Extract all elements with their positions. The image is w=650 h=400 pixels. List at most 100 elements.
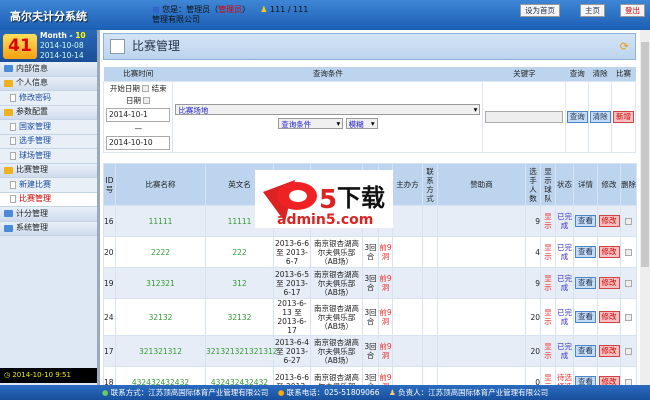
logout-button[interactable]: 登出 <box>620 4 645 17</box>
view-button[interactable]: 查看 <box>575 345 596 357</box>
english-name: 32132 <box>205 298 274 336</box>
sidebar: 41 Month - 10 2014-10-08 2014-10-14 内部信息… <box>0 30 100 385</box>
delete-checkbox[interactable] <box>625 218 632 225</box>
user-label: 您是：管理员（ <box>162 5 219 14</box>
sidebar-item[interactable]: 计分管理 <box>0 207 97 222</box>
player-count: 20 <box>525 335 541 367</box>
start-date-checkbox[interactable] <box>142 85 150 92</box>
column-header: 选手人数 <box>525 163 541 206</box>
add-button[interactable]: 新增 <box>613 110 635 123</box>
start-date-input[interactable]: 2014-10-1 <box>106 107 171 122</box>
folder-icon <box>4 79 13 87</box>
match-date: 2013-6-4 至 2013-6-27 <box>273 335 311 367</box>
sidebar-item[interactable]: 新建比赛 <box>0 178 97 193</box>
mode-select[interactable]: 模糊 <box>345 118 378 129</box>
sidebar-item[interactable]: 比赛管理 <box>0 192 97 207</box>
delete-checkbox[interactable] <box>625 348 632 355</box>
sidebar-item[interactable]: 系统管理 <box>0 221 97 236</box>
sidebar-item-label: 参数配置 <box>16 107 48 117</box>
sidebar-item[interactable]: 选手管理 <box>0 134 97 149</box>
week-start: 2014-10-08 <box>40 41 84 50</box>
show-team: 显示 <box>540 236 556 268</box>
column-header: 赞助商 <box>437 163 526 206</box>
column-header: 主办方 <box>392 163 423 206</box>
delete-checkbox[interactable] <box>625 314 632 321</box>
clock-icon: ◷ <box>4 371 11 379</box>
rounds: 3回合 <box>362 335 379 367</box>
search-button[interactable]: 查询 <box>566 110 588 123</box>
column-header: ID号 <box>103 163 116 206</box>
view-button[interactable]: 查看 <box>575 277 596 289</box>
sidebar-item[interactable]: 国家管理 <box>0 120 97 135</box>
table-row: 24 32132 32132 2013-6-13 至 2013-6-17 南京银杏湖高尔… <box>103 298 637 336</box>
status: 已完成 <box>555 205 574 237</box>
sidebar-item[interactable]: 内部信息 <box>0 62 97 77</box>
end-date-input[interactable]: 2014-10-10 <box>106 135 171 150</box>
keyword-input[interactable] <box>485 110 564 123</box>
sidebar-item[interactable]: 个人信息 <box>0 76 97 91</box>
show-team: 显示 <box>540 267 556 299</box>
english-name: 321321321321312 <box>205 335 278 367</box>
condition-select[interactable]: 查询条件 <box>278 118 344 129</box>
delete-checkbox[interactable] <box>625 280 632 287</box>
globe-icon: ● <box>101 388 109 397</box>
refresh-icon[interactable]: ⟳ <box>620 34 629 59</box>
empty-cell <box>422 298 438 336</box>
home-button[interactable]: 主页 <box>580 4 605 17</box>
user-label-close: ） <box>242 5 251 14</box>
action-cell: 修改 <box>597 236 621 268</box>
day-number: 41 <box>3 34 37 59</box>
view-button[interactable]: 查看 <box>575 376 596 385</box>
sidebar-item[interactable]: 参数配置 <box>0 105 97 120</box>
set-home-button[interactable]: 设为首页 <box>520 4 560 17</box>
sidebar-item[interactable]: 修改密码 <box>0 91 97 106</box>
row-id: 19 <box>103 267 116 299</box>
sidebar-item[interactable]: 球场管理 <box>0 149 97 164</box>
edit-button[interactable]: 修改 <box>598 311 620 323</box>
date-separator: — <box>134 123 142 133</box>
delete-cell <box>620 335 637 367</box>
table-row: 184324324324324324324324322013-6-6 至 201… <box>103 366 637 385</box>
empty-cell <box>392 335 423 367</box>
week-end: 2014-10-14 <box>40 51 84 60</box>
match-name: 432432432432 <box>115 366 206 385</box>
clear-button[interactable]: 清除 <box>589 110 611 123</box>
action-cell: 查看 <box>573 236 598 268</box>
view-button[interactable]: 查看 <box>575 311 596 323</box>
view-button[interactable]: 查看 <box>575 215 596 227</box>
match-name: 321321312 <box>115 335 206 367</box>
delete-checkbox[interactable] <box>625 249 632 256</box>
col-search: 查询 <box>565 67 589 81</box>
rounds: 3回合 <box>362 298 379 336</box>
status: 已完成 <box>555 335 574 367</box>
action-cell: 修改 <box>597 366 621 385</box>
edit-button[interactable]: 修改 <box>598 246 620 258</box>
edit-button[interactable]: 修改 <box>598 376 620 385</box>
sidebar-item[interactable]: 比赛管理 <box>0 163 97 178</box>
empty-cell <box>422 236 438 268</box>
view-button[interactable]: 查看 <box>575 246 596 258</box>
show-team: 显示 <box>540 335 556 367</box>
player-count: 9 <box>525 267 541 299</box>
document-icon <box>10 122 16 131</box>
scrollbar-thumb[interactable] <box>641 42 649 267</box>
edit-button[interactable]: 修改 <box>598 345 620 357</box>
empty-cell <box>422 267 438 299</box>
holes: 前9洞 <box>378 236 393 268</box>
document-icon <box>10 180 16 189</box>
match-date: 2013-6-13 至 2013-6-17 <box>273 298 311 336</box>
end-date-checkbox[interactable] <box>143 97 151 104</box>
table-row: 19 312321 312 2013-6-5 至 2013-6-17 南京银杏湖高尔夫俱… <box>103 267 637 299</box>
show-team: 显示 <box>540 366 556 385</box>
rounds: 3回合 <box>362 366 379 385</box>
empty-cell <box>437 298 526 336</box>
start-date-label: 开始日期 <box>109 83 140 93</box>
action-cell: 查看 <box>573 335 598 367</box>
english-name: 432432432432 <box>205 366 274 385</box>
scrollbar[interactable] <box>640 30 650 385</box>
edit-button[interactable]: 修改 <box>598 277 620 289</box>
venue-select[interactable]: 比赛场地 <box>175 104 481 115</box>
date-box: 41 Month - 10 2014-10-08 2014-10-14 <box>0 30 97 62</box>
edit-button[interactable]: 修改 <box>598 215 620 227</box>
holes: 前9洞 <box>378 366 393 385</box>
